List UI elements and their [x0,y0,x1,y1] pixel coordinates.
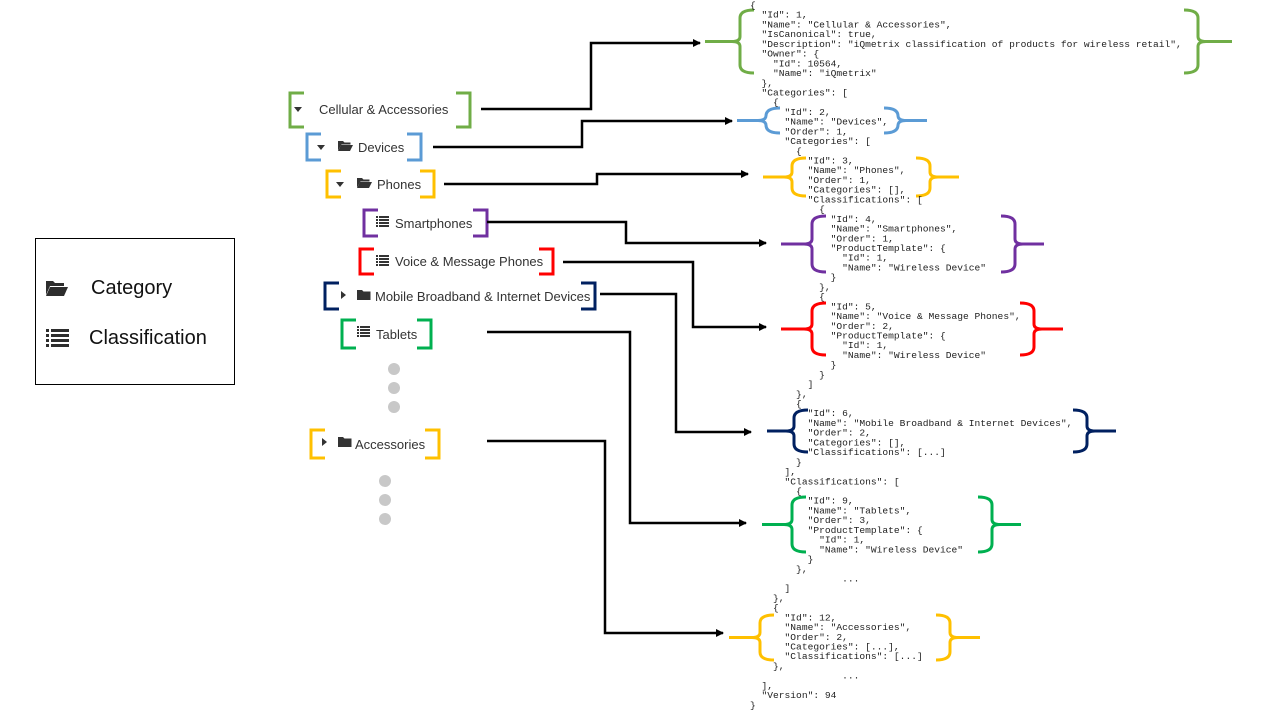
list-icon [376,216,389,227]
list-icon [376,255,389,266]
tree-node-smartphones[interactable]: Smartphones [362,208,489,238]
tree-node-label[interactable]: Voice & Message Phones [395,254,544,269]
highlight-bracket-right [473,208,489,238]
tree-node-label[interactable]: Mobile Broadband & Internet Devices [375,289,591,304]
legend: Category Classification [46,277,207,349]
tree-node-phones[interactable]: Phones [325,169,436,199]
connectors [433,39,767,637]
tree-node-label[interactable]: Cellular & Accessories [319,102,449,117]
brace-right [915,156,959,198]
folder-icon [357,290,371,300]
connector-phones [444,170,749,186]
highlight-bracket-left [358,247,374,276]
tree-node-tablets[interactable]: Tablets [340,318,433,350]
highlight-bracket-left [340,318,356,350]
folder-open-icon [338,141,353,151]
highlight-bracket-right [425,428,441,460]
highlight-bracket-right [417,318,433,350]
brace-left [705,8,755,75]
tree-node-label[interactable]: Tablets [376,327,418,342]
json-line: } [750,700,756,711]
brace-right [1019,301,1063,357]
legend-label-category: Category [91,277,172,299]
tree-node-mobile[interactable]: Mobile Broadband & Internet Devices [323,281,597,311]
folder-icon [338,437,352,447]
ellipsis-dot [388,363,400,375]
tree-node-label[interactable]: Accessories [355,437,426,452]
tree-ellipsis-upper [388,363,400,413]
caret-down-icon[interactable] [336,182,344,187]
tree-node-cellular[interactable]: Cellular & Accessories [288,91,472,129]
highlight-bracket-right [407,132,423,162]
tree-node-voice[interactable]: Voice & Message Phones [358,247,555,276]
caret-right-icon[interactable] [341,291,346,299]
list-icon [46,329,69,347]
folder-open-icon [357,178,372,188]
caret-down-icon[interactable] [317,145,325,150]
tree-node-label[interactable]: Smartphones [395,216,473,231]
connector-accessories [487,439,724,637]
tree-node-devices[interactable]: Devices [305,132,423,162]
tree-ellipsis-lower [379,475,391,525]
highlight-bracket-left [323,281,339,311]
ellipsis-dot [388,401,400,413]
brace-right [1000,214,1044,274]
folder-open-icon [46,281,68,296]
tree-node-label[interactable]: Phones [377,177,422,192]
ellipsis-dot [379,513,391,525]
connector-smartphones [487,220,767,247]
ellipsis-dot [379,475,391,487]
json-line: "Version": 94 [750,690,837,701]
brace-right [1072,408,1116,454]
brace-right [883,106,927,135]
highlight-bracket-left [362,208,378,238]
connector-tablets [487,330,747,527]
category-tree-diagram: Category Classification Cellular & Acces… [46,0,1232,711]
connector-cellular [481,39,701,111]
ellipsis-dot [379,494,391,506]
highlight-bracket-right [456,91,472,129]
highlight-bracket-right [420,169,436,199]
tree-node-accessories[interactable]: Accessories [309,428,441,460]
brace-right [1183,8,1232,75]
caret-right-icon[interactable] [322,438,327,446]
brace-right [935,613,980,662]
legend-label-classification: Classification [89,327,207,349]
caret-down-icon[interactable] [294,107,302,112]
ellipsis-dot [388,382,400,394]
connector-devices [433,117,733,149]
json-document: { "Id": 1, "Name": "Cellular & Accessori… [750,0,1182,711]
tree-node-label[interactable]: Devices [358,140,405,155]
brace-right [977,495,1021,554]
connector-mobile [600,292,752,436]
list-icon [357,326,370,337]
